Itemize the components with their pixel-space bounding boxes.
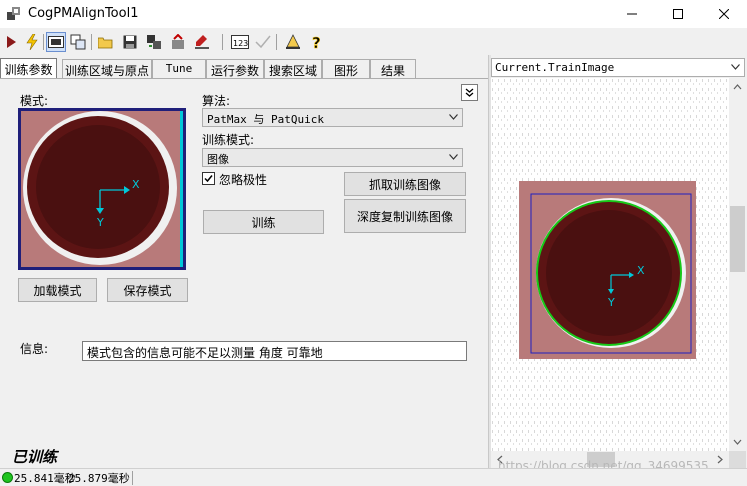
open-icon (98, 37, 113, 49)
train-image: X Y (491, 78, 729, 451)
info-field: 模式包含的信息可能不足以测量 角度 可靠地 (82, 341, 467, 361)
tab-tune[interactable]: Tune (152, 59, 206, 78)
load-pattern-button[interactable]: 加载模式 (18, 278, 97, 302)
pattern-axis-y: Y (96, 216, 104, 229)
floating-window-icon (70, 34, 86, 50)
save-pattern-button[interactable]: 保存模式 (107, 278, 188, 302)
reset-button[interactable] (144, 32, 164, 52)
train-button[interactable]: 训练 (203, 210, 324, 234)
save-button[interactable] (120, 32, 140, 52)
grab-train-image-button[interactable]: 抓取训练图像 (344, 172, 466, 196)
toolbar: 123 ? (0, 30, 747, 54)
show-display-icon (48, 36, 64, 48)
info-label: 信息: (20, 342, 49, 356)
checkmark-button[interactable] (253, 32, 273, 52)
vertical-scrollbar-track (730, 84, 745, 445)
run-button[interactable] (1, 32, 21, 52)
ignore-polarity-label: 忽略极性 (219, 173, 268, 187)
train-mode-select[interactable]: 图像 (202, 148, 463, 167)
reset-icon (147, 35, 161, 49)
algorithm-label: 算法: (202, 94, 231, 108)
help-button[interactable]: ? (307, 32, 327, 52)
run-icon (7, 36, 16, 48)
tool-info-icon (286, 34, 300, 49)
ignore-polarity-checkbox[interactable] (202, 172, 215, 185)
open-button[interactable] (96, 32, 116, 52)
found-axis-y: Y (607, 296, 615, 309)
tab-train-params[interactable]: 训练参数 (0, 58, 57, 79)
show-display-button[interactable] (46, 32, 66, 52)
tab-strip: 训练参数 训练区域与原点 Tune 运行参数 搜索区域 图形 结果 (0, 58, 488, 79)
tab-results[interactable]: 结果 (370, 59, 416, 78)
trained-status: 已训练 (12, 448, 58, 466)
tab-train-region[interactable]: 训练区域与原点 (62, 59, 152, 78)
app-icon (6, 6, 22, 25)
status-bar: 25.841毫秒 25.879毫秒 (0, 468, 747, 486)
maximize-icon (673, 9, 683, 19)
image-selector-value: Current.TrainImage (495, 61, 615, 74)
status-time-2: 25.879毫秒 (68, 472, 130, 485)
image-selector[interactable]: Current.TrainImage (491, 58, 745, 77)
tab-graphics[interactable]: 图形 (322, 59, 370, 78)
pattern-axis-x: X (132, 178, 140, 191)
image-display[interactable]: X Y (491, 78, 729, 451)
close-icon (719, 9, 729, 19)
tool-info-button[interactable] (283, 32, 303, 52)
scrollbar-corner (729, 451, 746, 468)
floating-window-button[interactable] (68, 32, 88, 52)
local-mode-icon (195, 35, 209, 49)
chevron-down-icon (731, 64, 740, 70)
local-mode-button[interactable] (192, 32, 212, 52)
chevron-double-down-icon (465, 88, 474, 97)
train-mode-label: 训练模式: (202, 133, 255, 147)
status-ok-icon (2, 472, 13, 483)
pattern-label: 模式: (20, 94, 49, 108)
minimize-icon (627, 13, 637, 15)
minimize-button[interactable] (609, 0, 655, 28)
electric-run-button[interactable] (22, 32, 42, 52)
electric-run-icon (26, 34, 38, 50)
train-mode-value: 图像 (207, 153, 229, 166)
pattern-display: X Y (18, 108, 186, 270)
maximize-button[interactable] (655, 0, 701, 28)
deep-copy-train-image-button[interactable]: 深度复制训练图像 (344, 199, 466, 233)
chevron-down-icon (449, 114, 458, 120)
close-button[interactable] (701, 0, 747, 28)
vertical-scrollbar[interactable] (729, 78, 746, 451)
pattern-image: X Y (21, 111, 183, 267)
chevron-down-icon (449, 154, 458, 160)
vertical-scroll-thumb (730, 206, 745, 272)
checkmark-icon (204, 175, 213, 183)
help-icon: ? (312, 34, 321, 50)
checkmark-icon (255, 35, 271, 49)
hex-display-button[interactable]: 123 (230, 32, 250, 52)
tab-run-params[interactable]: 运行参数 (206, 59, 264, 78)
hex-display-icon: 123 (231, 35, 249, 49)
title-bar: CogPMAlignTool1 (0, 0, 747, 28)
status-time-1: 25.841毫秒 (14, 472, 76, 485)
svg-text:?: ? (312, 34, 321, 50)
algorithm-select[interactable]: PatMax 与 PatQuick (202, 108, 463, 127)
collapse-button[interactable] (461, 84, 478, 101)
reset-all-button[interactable] (168, 32, 188, 52)
algorithm-value: PatMax 与 PatQuick (207, 113, 324, 126)
save-icon (123, 35, 137, 49)
window-title: CogPMAlignTool1 (28, 6, 139, 21)
reset-all-icon (172, 34, 184, 49)
found-axis-x: X (637, 264, 645, 277)
svg-text:123: 123 (233, 39, 248, 48)
tab-search-region[interactable]: 搜索区域 (264, 59, 322, 78)
